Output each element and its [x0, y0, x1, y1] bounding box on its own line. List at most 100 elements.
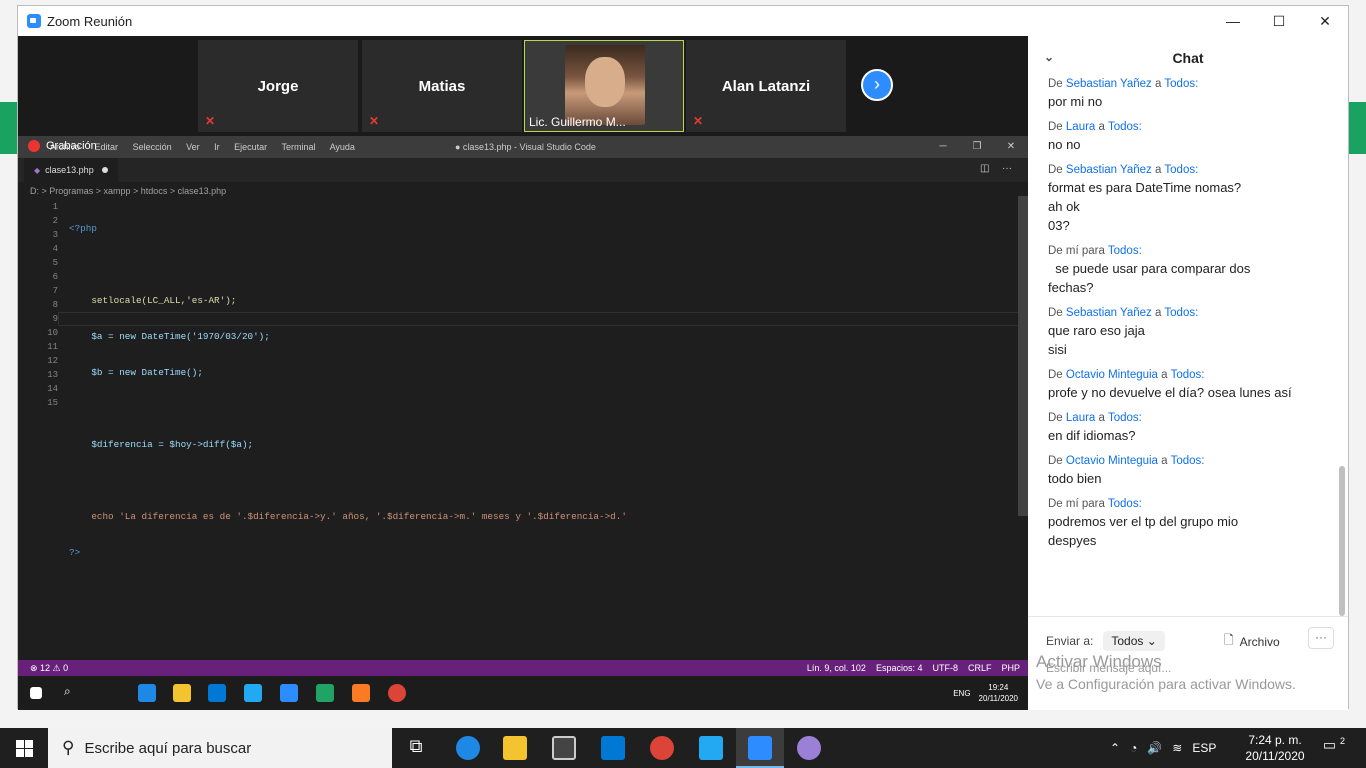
recipient-dropdown[interactable]: Todos ⌄ [1103, 631, 1165, 651]
msg-connector: a [1161, 369, 1168, 381]
participant-name: Jorge [257, 77, 299, 95]
msg-sender[interactable]: Octavio Minteguia [1066, 455, 1158, 467]
clock[interactable]: 7:24 p. m. 20/11/2020 [1240, 732, 1310, 764]
mail-icon[interactable] [601, 736, 625, 760]
notification-count: 2 [1340, 736, 1346, 746]
input-language[interactable]: ESP [1192, 741, 1216, 755]
menu-editar[interactable]: Editar [95, 142, 119, 152]
task-view-icon[interactable]: ⧉ [404, 736, 428, 760]
line-number: 8 [52, 300, 58, 310]
menu-ejecutar[interactable]: Ejecutar [234, 142, 267, 152]
menu-ver[interactable]: Ver [186, 142, 200, 152]
network-icon[interactable]: ◔ [1130, 741, 1137, 755]
menu-terminal[interactable]: Terminal [282, 142, 316, 152]
cursor-position[interactable]: Lín. 9, col. 102 [807, 663, 866, 673]
editor-tab[interactable]: ◆ clase13.php [24, 158, 118, 182]
msg-sender[interactable]: Laura [1066, 412, 1095, 424]
show-hidden-icons-icon[interactable]: ⌃ [1110, 741, 1120, 755]
msg-recipient[interactable]: Todos: [1171, 369, 1205, 381]
chat-message: De Octavio Minteguia a Todos: profe y no… [1048, 369, 1338, 402]
msg-text: por mi no [1048, 94, 1103, 109]
mail-icon [208, 684, 226, 702]
msg-sender[interactable]: Sebastian Yañez [1066, 164, 1152, 176]
window-title: Zoom Reunión [47, 13, 133, 29]
start-button[interactable] [0, 728, 48, 768]
msg-recipient[interactable]: Todos: [1108, 412, 1142, 424]
wifi-icon[interactable]: ≋ [1172, 741, 1182, 755]
participant-tile[interactable]: Matias ✕ [362, 40, 522, 132]
msg-sender[interactable]: Sebastian Yañez [1066, 307, 1152, 319]
line-number: 14 [47, 384, 58, 394]
vscode-icon[interactable] [699, 736, 723, 760]
menu-ir[interactable]: Ir [214, 142, 220, 152]
editor-scrollbar[interactable] [1018, 196, 1028, 516]
recording-indicator: Grabación [28, 140, 97, 152]
recording-label: Grabación [46, 140, 97, 152]
encoding[interactable]: UTF-8 [932, 663, 958, 673]
windows-logo-icon [15, 739, 33, 757]
msg-recipient[interactable]: Todos: [1108, 245, 1142, 257]
msg-recipient[interactable]: Todos: [1164, 164, 1198, 176]
shared-clock: 19:24 20/11/2020 [979, 682, 1018, 704]
msg-recipient[interactable]: Todos: [1108, 498, 1142, 510]
chat-scrollbar[interactable] [1339, 466, 1345, 616]
zoom-taskbar-button[interactable] [736, 728, 784, 768]
recipient-value: Todos [1111, 634, 1144, 648]
participant-tile-active[interactable]: Lic. Guillermo M... [524, 40, 684, 132]
vscode-title-bar: Archivo Editar Selección Ver Ir Ejecutar… [18, 136, 1028, 158]
file-explorer-icon[interactable] [503, 736, 527, 760]
more-options-button[interactable]: ··· [1308, 627, 1334, 649]
volume-icon[interactable]: 🔊 [1147, 741, 1162, 755]
menu-ayuda[interactable]: Ayuda [330, 142, 355, 152]
msg-text: fechas? [1048, 280, 1094, 295]
msg-recipient[interactable]: Todos: [1108, 121, 1142, 133]
next-page-button[interactable]: › [861, 69, 893, 101]
msg-sender[interactable]: Octavio Minteguia [1066, 369, 1158, 381]
chrome-icon[interactable] [650, 736, 674, 760]
shared-date: 20/11/2020 [978, 694, 1018, 703]
code-line: setlocale(LC_ALL,'es-AR'); [69, 295, 237, 306]
language-mode[interactable]: PHP [1001, 663, 1020, 673]
zoom-icon [748, 736, 772, 760]
store-icon[interactable] [552, 736, 576, 760]
more-actions-icon: ··· [1002, 163, 1012, 174]
collapse-chevron-icon[interactable]: ⌄ [1044, 50, 1054, 64]
participant-tile[interactable]: Alan Latanzi ✕ [686, 40, 846, 132]
msg-sender[interactable]: Laura [1066, 121, 1095, 133]
paint-icon[interactable] [797, 736, 821, 760]
line-number: 6 [52, 272, 58, 282]
msg-connector: a [1155, 78, 1162, 90]
close-button[interactable]: ✕ [1302, 6, 1348, 36]
indentation[interactable]: Espacios: 4 [876, 663, 923, 673]
line-number: 5 [52, 258, 58, 268]
line-number: 10 [47, 328, 58, 338]
msg-sender[interactable]: Sebastian Yañez [1066, 78, 1152, 90]
code-line: echo 'La diferencia es de '.$diferencia-… [69, 511, 633, 522]
msg-connector: a [1098, 412, 1105, 424]
code-line: $a = new DateTime('1970/03/20'); [69, 331, 270, 342]
participant-video [565, 45, 645, 125]
maximize-button[interactable]: ☐ [1256, 6, 1302, 36]
msg-text: se puede usar para comparar dos [1048, 261, 1251, 276]
participant-tile[interactable]: Jorge ✕ [198, 40, 358, 132]
problems-count[interactable]: ⊗ 12 ⚠ 0 [30, 663, 68, 674]
notifications-button[interactable]: ▭ 2 [1320, 736, 1348, 760]
file-button[interactable]: 🗋 Archivo [1224, 631, 1280, 652]
msg-connector: a [1155, 164, 1162, 176]
msg-text: podremos ver el tp del grupo mio [1048, 514, 1239, 529]
msg-recipient[interactable]: Todos: [1164, 78, 1198, 90]
line-endings[interactable]: CRLF [968, 663, 992, 673]
edge-icon[interactable] [456, 736, 480, 760]
clock-time: 7:24 p. m. [1248, 733, 1302, 747]
menu-seleccion[interactable]: Selección [133, 142, 172, 152]
taskbar-search[interactable]: ⚲ Escribe aquí para buscar [48, 728, 392, 768]
msg-prefix: De [1048, 455, 1063, 467]
chevron-down-icon: ⌄ [1146, 634, 1157, 648]
msg-prefix: De mí para [1048, 245, 1105, 257]
vscode-icon [244, 684, 262, 702]
minimize-button[interactable]: — [1210, 6, 1256, 36]
msg-recipient[interactable]: Todos: [1171, 455, 1205, 467]
record-icon [28, 140, 40, 152]
msg-recipient[interactable]: Todos: [1164, 307, 1198, 319]
